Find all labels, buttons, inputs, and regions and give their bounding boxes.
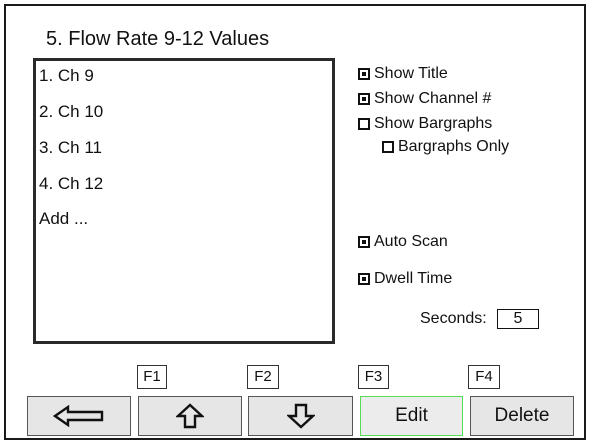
left-arrow-icon — [53, 405, 105, 427]
list-item-ch9[interactable]: 1. Ch 9 — [39, 66, 94, 86]
bargraphs-only-label: Bargraphs Only — [398, 138, 510, 155]
show-bargraphs-label: Show Bargraphs — [374, 115, 493, 132]
show-channel-option[interactable]: Show Channel # — [358, 90, 491, 108]
show-channel-checkbox[interactable] — [358, 93, 370, 105]
bargraphs-only-checkbox[interactable] — [382, 141, 394, 153]
f1-key-label: F1 — [137, 365, 167, 389]
show-channel-label: Show Channel # — [374, 90, 492, 107]
show-bargraphs-option[interactable]: Show Bargraphs — [358, 115, 492, 133]
dwell-time-option[interactable]: Dwell Time — [358, 270, 452, 288]
list-item-ch10[interactable]: 2. Ch 10 — [39, 102, 103, 122]
show-title-checkbox[interactable] — [358, 68, 370, 80]
list-item-add[interactable]: Add ... — [39, 209, 88, 229]
seconds-label: Seconds: — [420, 310, 487, 327]
down-button[interactable] — [248, 396, 353, 436]
list-item-ch11[interactable]: 3. Ch 11 — [39, 138, 102, 158]
back-button[interactable] — [27, 396, 131, 436]
bargraphs-only-option[interactable]: Bargraphs Only — [382, 138, 509, 156]
auto-scan-checkbox[interactable] — [358, 236, 370, 248]
down-arrow-icon — [286, 403, 315, 429]
up-button[interactable] — [138, 396, 242, 436]
f3-key-label: F3 — [358, 365, 389, 389]
dwell-time-checkbox[interactable] — [358, 273, 370, 285]
page-title: 5. Flow Rate 9-12 Values — [46, 28, 270, 50]
list-item-ch12[interactable]: 4. Ch 12 — [39, 174, 103, 194]
delete-button[interactable]: Delete — [470, 396, 574, 436]
channel-list[interactable]: 1. Ch 9 2. Ch 10 3. Ch 11 4. Ch 12 Add .… — [33, 58, 335, 344]
show-bargraphs-checkbox[interactable] — [358, 118, 370, 130]
up-arrow-icon — [176, 403, 204, 429]
edit-button[interactable]: Edit — [360, 396, 463, 436]
seconds-input[interactable]: 5 — [497, 309, 539, 329]
dwell-time-label: Dwell Time — [374, 270, 453, 287]
show-title-option[interactable]: Show Title — [358, 65, 448, 83]
auto-scan-option[interactable]: Auto Scan — [358, 233, 448, 251]
show-title-label: Show Title — [374, 65, 448, 82]
f2-key-label: F2 — [247, 365, 279, 389]
auto-scan-label: Auto Scan — [374, 233, 448, 250]
f4-key-label: F4 — [468, 365, 500, 389]
